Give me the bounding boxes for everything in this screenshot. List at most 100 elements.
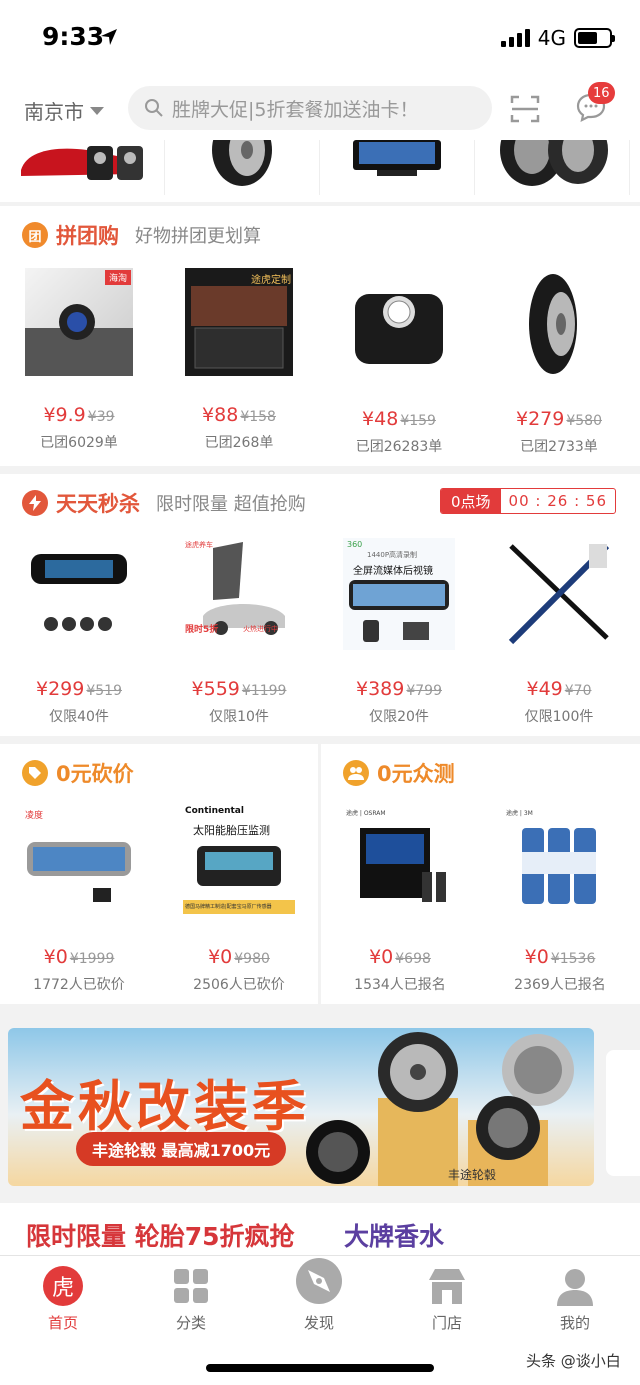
wheel-small-image — [306, 1120, 370, 1184]
footer-text: 德国马牌精工制造|配套宝马原厂传感器 — [185, 904, 272, 910]
price: ¥0 — [208, 946, 233, 968]
price: ¥389 — [356, 678, 405, 700]
flash-item-wiper[interactable]: ¥49 ¥70 仅限100件 — [484, 538, 634, 726]
price: ¥559 — [191, 678, 240, 700]
original-price: ¥158 — [240, 409, 276, 425]
original-price: ¥698 — [395, 951, 431, 967]
flash-item-dashcam-mirror[interactable]: 360 1440P高清录制 全屏流媒体后视镜 ¥389 ¥799 仅限20件 — [324, 538, 474, 726]
category-item-headlight[interactable] — [10, 140, 165, 195]
product-text: 太阳能胎压监测 — [193, 824, 270, 837]
original-price: ¥1999 — [69, 951, 115, 967]
price: ¥0 — [43, 946, 68, 968]
tab-category[interactable]: 分类 — [146, 1266, 236, 1333]
city-selector[interactable]: 南京市 — [24, 96, 104, 125]
trial-title: 0元众测 — [377, 762, 455, 786]
bargain-header[interactable]: 0元砍价 — [22, 758, 134, 788]
category-item-tire[interactable] — [165, 140, 320, 195]
bargain-section: 0元砍价 凌度 ¥0 ¥1999 1772人已砍价 Continental 太阳能… — [0, 744, 318, 1004]
signal-icon — [500, 29, 530, 47]
original-price: ¥980 — [234, 951, 270, 967]
stock-limit: 仅限100件 — [524, 709, 594, 725]
stock-limit: 仅限10件 — [209, 709, 269, 725]
product-text: 全屏流媒体后视镜 — [353, 566, 433, 577]
tab-label: 首页 — [47, 1314, 78, 1332]
session-label: 0点场 — [441, 489, 501, 513]
flash-item-tpms[interactable]: ¥299 ¥519 仅限40件 — [4, 538, 154, 726]
group-buy-header[interactable]: 团 拼团购 好物拼团更划算 — [22, 220, 261, 250]
stock-limit: 仅限20件 — [369, 709, 429, 725]
bargain-title: 0元砍价 — [56, 762, 134, 786]
participant-count: 2506人已砍价 — [193, 977, 285, 993]
watermark: 头条 @谈小白 — [526, 1352, 621, 1370]
flash-sale-header[interactable]: 天天秒杀 限时限量 超值抢购 — [22, 488, 306, 518]
status-bar: 9:33 4G — [0, 0, 640, 78]
wheels-image — [378, 1032, 574, 1186]
group-buy-item-trunk-mat[interactable]: 途虎定制 ¥88 ¥158 已团268单 — [164, 268, 314, 452]
city-name: 南京市 — [24, 100, 84, 124]
flash-item-window-film[interactable]: 途虎养车 限时5折 火热进行中 ¥559 ¥1199 仅限10件 — [164, 538, 314, 726]
tab-label: 我的 — [559, 1314, 590, 1332]
tab-discover[interactable]: 发现 — [274, 1256, 364, 1333]
brand-text: 途虎养车 — [185, 541, 213, 549]
trial-header[interactable]: 0元众测 — [343, 758, 455, 788]
brand-text: 途虎 | OSRAM — [346, 810, 386, 817]
group-buy-section: 团 拼团购 好物拼团更划算 海淘 ¥9.9 ¥39 已团6029单 途虎定制 ¥8… — [0, 206, 640, 466]
car-screen-image — [353, 140, 441, 176]
group-buy-item-air-pump[interactable]: ¥48 ¥159 已团26283单 — [324, 268, 474, 456]
participant-count: 2369人已报名 — [514, 977, 606, 993]
group-buy-item-tire[interactable]: ¥279 ¥580 已团2733单 — [484, 268, 634, 456]
category-item-navigation[interactable] — [320, 140, 475, 195]
tab-home[interactable]: 虎 首页 — [18, 1266, 108, 1333]
banner-subtitle: 丰途轮毂 最高减1700元 — [76, 1132, 287, 1166]
price: ¥49 — [526, 678, 563, 700]
category-strip — [0, 140, 640, 202]
location-arrow-icon — [101, 29, 117, 45]
original-price: ¥70 — [564, 683, 592, 699]
promo-strip: 限时限量 轮胎75折疯抢 大牌香水 — [0, 1203, 640, 1255]
brand-text: 凌度 — [25, 811, 44, 821]
flash-sale-countdown: 0点场 00 : 26 : 56 — [440, 488, 616, 514]
banner-brand: 丰途轮毂 — [448, 1168, 497, 1182]
price: ¥48 — [362, 408, 399, 430]
tire-image — [212, 140, 272, 186]
price: ¥9.9 — [43, 404, 86, 426]
message-badge: 16 — [588, 82, 615, 104]
network-type: 4G — [537, 26, 566, 50]
trial-item-3m-coating[interactable]: 途虎 | 3M ¥0 ¥1536 2369人已报名 — [485, 806, 635, 994]
sold-count: 已团6029单 — [40, 435, 118, 451]
flash-sale-section: 天天秒杀 限时限量 超值抢购 0点场 00 : 26 : 56 ¥299 ¥519… — [0, 474, 640, 736]
bargain-tag-icon — [22, 760, 48, 786]
top-header: 南京市 胜牌大促|5折套餐加送油卡！ 16 — [0, 78, 640, 140]
home-tiger-icon: 虎 — [43, 1266, 83, 1306]
perfume-link[interactable]: 大牌香水 — [344, 1217, 444, 1253]
store-icon — [429, 1269, 465, 1304]
original-price: ¥1199 — [241, 683, 287, 699]
tires-pair-image — [500, 140, 608, 186]
countdown-timer: 00 : 26 : 56 — [508, 492, 607, 510]
search-bar[interactable]: 胜牌大促|5折套餐加送油卡！ — [128, 86, 492, 130]
next-banner-peek[interactable] — [606, 1050, 640, 1176]
tire-sale-link[interactable]: 限时限量 轮胎75折疯抢 — [26, 1217, 295, 1253]
bargain-item-tpms[interactable]: Continental 太阳能胎压监测 德国马牌精工制造|配套宝马原厂传感器 ¥… — [164, 806, 314, 994]
flash-sale-subtitle: 限时限量 超值抢购 — [156, 494, 306, 515]
original-price: ¥799 — [406, 683, 442, 699]
tab-mine[interactable]: 我的 — [530, 1266, 620, 1333]
trial-item-headlight-bulbs[interactable]: 途虎 | OSRAM ¥0 ¥698 1534人已报名 — [325, 806, 475, 994]
tpms-image — [31, 554, 127, 631]
scan-icon[interactable] — [510, 94, 540, 124]
search-placeholder: 胜牌大促|5折套餐加送油卡！ — [172, 98, 419, 121]
brand-text: 途虎 | 3M — [506, 810, 533, 817]
stock-limit: 仅限40件 — [49, 709, 109, 725]
original-price: ¥519 — [86, 683, 122, 699]
lightning-icon — [22, 490, 48, 516]
home-indicator — [206, 1364, 434, 1372]
participant-count: 1534人已报名 — [354, 977, 446, 993]
bargain-item-mirror[interactable]: 凌度 ¥0 ¥1999 1772人已砍价 — [4, 806, 154, 994]
tire-image — [529, 274, 577, 374]
group-buy-item-phone-holder[interactable]: 海淘 ¥9.9 ¥39 已团6029单 — [4, 268, 154, 452]
category-item-tires[interactable] — [475, 140, 630, 195]
tab-store[interactable]: 门店 — [402, 1266, 492, 1333]
tab-label: 门店 — [431, 1314, 462, 1332]
promo-banner[interactable]: 金秋改装季 丰途轮毂 最高减1700元 丰途轮毂 — [8, 1028, 594, 1186]
air-pump-image — [355, 294, 443, 364]
